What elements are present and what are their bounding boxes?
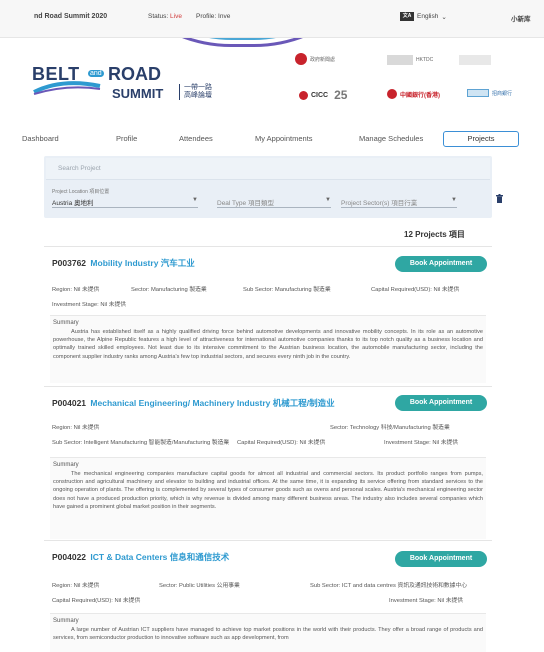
- partner-logo-2: HKTDC: [387, 55, 433, 65]
- top-bar: nd Road Summit 2020 Status: Live Profile…: [0, 0, 544, 38]
- translate-icon: 文A: [400, 12, 414, 21]
- partner-logos: 政府新聞處 HKTDC CICC 25 中國銀行(香港) 招商銀行: [295, 53, 530, 113]
- project-capital: Capital Required(USD): Nil 未提供: [52, 598, 141, 604]
- summary-text: Austria has established itself as a high…: [53, 329, 483, 360]
- tab-manage-schedules[interactable]: Manage Schedules: [359, 134, 423, 143]
- projects-count: 12 Projects 項目: [404, 230, 465, 239]
- project-sub-sector: Sub Sector: ICT and data centres 資訊及通訊技術…: [310, 583, 468, 589]
- logo-chinese: 一帶一路 高峰論壇: [179, 84, 212, 100]
- location-value: Austria 奧地利: [52, 199, 94, 207]
- partner-logo-skyline: [459, 55, 491, 65]
- project-id: P004022: [52, 552, 87, 562]
- project-name: Mobility Industry 汽车工业: [90, 258, 195, 268]
- project-card: P004021 Mechanical Engineering/ Machiner…: [44, 386, 492, 540]
- main-nav: Dashboard Profile Attendees My Appointme…: [22, 131, 522, 149]
- partner-name-4: 25: [334, 88, 348, 102]
- logo-and: and: [88, 70, 104, 77]
- location-select[interactable]: Austria 奧地利 ▼: [52, 196, 198, 208]
- partner-name-5: 中國銀行(香港): [400, 92, 440, 99]
- project-region: Region: Nil 未提供: [52, 425, 100, 431]
- partner-logo-6: 招商銀行: [467, 89, 512, 97]
- dropdown-arrow-icon: ▼: [451, 197, 457, 203]
- project-region: Region: Nil 未提供: [52, 287, 100, 293]
- partner-name-1: 政府新聞處: [310, 56, 336, 63]
- project-title[interactable]: P004022 ICT & Data Centers 信息和通信技术: [52, 551, 229, 563]
- project-sector: Sector: Manufacturing 製造業: [131, 287, 207, 293]
- logo-belt: BELT: [32, 64, 80, 84]
- dropdown-arrow-icon: ▼: [325, 197, 331, 203]
- project-summary: Summary Austria has established itself a…: [50, 315, 486, 383]
- project-card: P003762 Mobility Industry 汽车工业 Book Appo…: [44, 246, 492, 386]
- partner-logo-1: 政府新聞處: [295, 53, 335, 65]
- project-title[interactable]: P004021 Mechanical Engineering/ Machiner…: [52, 397, 335, 409]
- partner-name-3: CICC: [311, 91, 329, 99]
- project-id: P004021: [52, 398, 87, 408]
- summary-text: The mechanical engineering companies man…: [53, 471, 483, 510]
- deal-type-select[interactable]: Deal Type 項目類型 ▼: [217, 196, 331, 208]
- trash-icon[interactable]: [496, 194, 503, 203]
- partner-name-2: HKTDC: [416, 57, 434, 63]
- location-label: Project Location 項目位置: [52, 189, 110, 195]
- project-summary: Summary The mechanical engineering compa…: [50, 457, 486, 539]
- skyline-icon: [459, 55, 491, 65]
- status-indicator: Status: Live: [148, 13, 182, 20]
- summary-text: A large number of Austrian ICT suppliers…: [53, 627, 483, 642]
- user-name[interactable]: 小新库: [511, 13, 531, 23]
- tab-profile[interactable]: Profile: [116, 134, 137, 143]
- project-sub-sector: Sub Sector: Manufacturing 製造業: [243, 287, 331, 293]
- banner: BELT and ROAD SUMMIT 一帶一路 高峰論壇 政府新聞處 HKT…: [0, 39, 544, 119]
- logo-chinese-line-2: 高峰論壇: [184, 92, 212, 99]
- belt-and-road-logo: BELT and ROAD SUMMIT 一帶一路 高峰論壇: [32, 64, 242, 114]
- project-capital: Capital Required(USD): Nil 未提供: [371, 287, 460, 293]
- project-id: P003762: [52, 258, 87, 268]
- tab-my-appointments[interactable]: My Appointments: [255, 134, 313, 143]
- project-investment-stage: Investment Stage: Nil 未提供: [389, 598, 464, 604]
- status-value: Live: [170, 13, 182, 20]
- dropdown-arrow-icon: ▼: [192, 197, 198, 203]
- profile-label: Profile: Inve: [196, 13, 231, 20]
- sector-placeholder: Project Sector(s) 項目行業: [341, 199, 418, 207]
- project-investment-stage: Investment Stage: Nil 未提供: [384, 440, 459, 446]
- project-name: ICT & Data Centers 信息和通信技术: [90, 552, 230, 562]
- search-panel: Project Location 項目位置 Austria 奧地利 ▼ Deal…: [44, 156, 503, 218]
- book-appointment-button[interactable]: Book Appointment: [395, 551, 487, 567]
- language-value: English: [417, 13, 439, 20]
- summary-label: Summary: [53, 462, 79, 468]
- project-investment-stage: Investment Stage: Nil 未提供: [52, 302, 127, 308]
- cmb-icon: [467, 89, 489, 97]
- status-label: Status:: [148, 13, 169, 20]
- sector-select[interactable]: Project Sector(s) 項目行業 ▼: [341, 196, 457, 208]
- partner-logo-5: 中國銀行(香港): [387, 89, 440, 99]
- partner-logo-3: CICC 25: [299, 88, 347, 102]
- logo-chinese-line-1: 一帶一路: [184, 84, 212, 91]
- search-input[interactable]: [46, 158, 490, 180]
- tab-dashboard[interactable]: Dashboard: [22, 134, 59, 143]
- project-title[interactable]: P003762 Mobility Industry 汽车工业: [52, 257, 195, 269]
- book-appointment-button[interactable]: Book Appointment: [395, 395, 487, 411]
- book-appointment-button[interactable]: Book Appointment: [395, 256, 487, 272]
- summary-label: Summary: [53, 618, 79, 624]
- chevron-down-icon: ⌄: [441, 13, 447, 21]
- tab-attendees[interactable]: Attendees: [179, 134, 213, 143]
- summary-label: Summary: [53, 320, 79, 326]
- partner-name-6: 招商銀行: [492, 90, 513, 97]
- project-sub-sector: Sub Sector: Intelligent Manufacturing 智能…: [52, 440, 230, 446]
- logo-summit: SUMMIT: [112, 86, 164, 101]
- logo-road: ROAD: [108, 64, 161, 84]
- project-capital: Capital Required(USD): Nil 未提供: [237, 440, 326, 446]
- hk-government-icon: [295, 53, 307, 65]
- language-selector[interactable]: 文A English ⌄: [400, 12, 447, 21]
- hktdc-icon: [387, 55, 413, 65]
- project-region: Region: Nil 未提供: [52, 583, 100, 589]
- boc-icon: [387, 89, 397, 99]
- project-name: Mechanical Engineering/ Machinery Indust…: [90, 398, 335, 408]
- deal-type-placeholder: Deal Type 項目類型: [217, 199, 274, 207]
- tab-projects[interactable]: Projects: [443, 131, 519, 147]
- project-sector: Sector: Technology 科技/Manufacturing 製造業: [330, 425, 450, 431]
- app-title: nd Road Summit 2020: [34, 13, 108, 20]
- cicc-icon: [299, 90, 308, 100]
- project-summary: Summary A large number of Austrian ICT s…: [50, 613, 486, 652]
- project-card: P004022 ICT & Data Centers 信息和通信技术 Book …: [44, 540, 492, 652]
- project-sector: Sector: Public Utilities 公用事業: [159, 583, 240, 589]
